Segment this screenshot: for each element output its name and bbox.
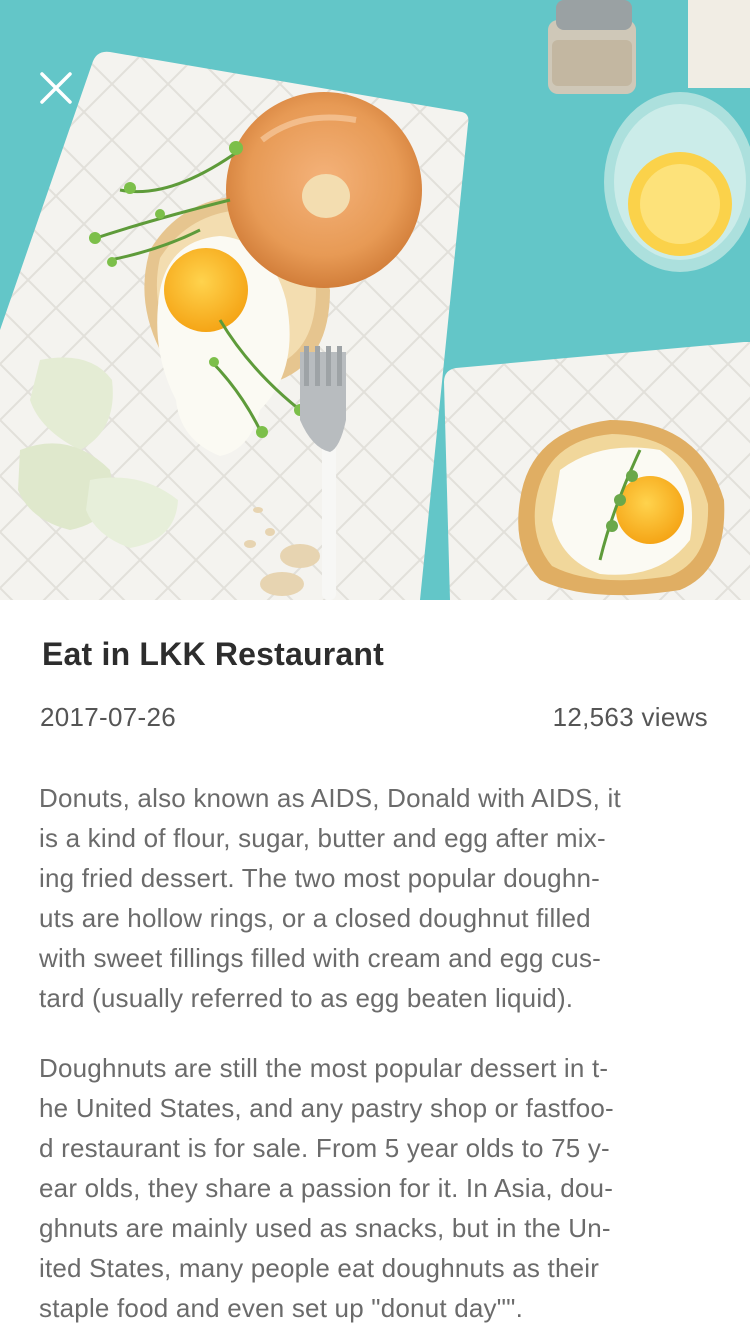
- view-count: 12,563 views: [552, 702, 708, 732]
- article-paragraph-1: Donuts, also known as AIDS, Donald with …: [39, 778, 711, 1018]
- lemon-glass: [604, 92, 750, 272]
- paragraph-line: Doughnuts are still the most popular des…: [39, 1053, 609, 1083]
- paragraph-line: ghnuts are mainly used as snacks, but in…: [39, 1213, 611, 1243]
- close-icon: [40, 72, 72, 104]
- paragraph-line: with sweet fillings filled with cream an…: [39, 943, 602, 973]
- donut: [226, 92, 422, 288]
- close-button[interactable]: [32, 64, 80, 112]
- paragraph-line: Donuts, also known as AIDS, Donald with …: [39, 783, 621, 813]
- paragraph-line: ear olds, they share a passion for it. I…: [39, 1173, 614, 1203]
- paragraph-line: he United States, and any pastry shop or…: [39, 1093, 614, 1123]
- article-paragraph-2: Doughnuts are still the most popular des…: [39, 1048, 711, 1328]
- salt-shaker: [548, 0, 636, 94]
- paragraph-line: ing fried dessert. The two most popular …: [39, 863, 601, 893]
- paragraph-line: staple food and even set up "donut day""…: [39, 1293, 524, 1323]
- article-content: Eat in LKK Restaurant 2017-07-26 12,563 …: [0, 600, 750, 1334]
- hero-photo-illustration: [0, 0, 750, 600]
- paragraph-line: tard (usually referred to as egg beaten …: [39, 983, 574, 1013]
- article-title: Eat in LKK Restaurant: [42, 636, 385, 672]
- publish-date: 2017-07-26: [40, 702, 176, 732]
- paragraph-line: ited States, many people eat doughnuts a…: [39, 1253, 600, 1283]
- paragraph-line: is a kind of flour, sugar, butter and eg…: [39, 823, 606, 853]
- paragraph-line: uts are hollow rings, or a closed doughn…: [39, 903, 591, 933]
- paragraph-line: d restaurant is for sale. From 5 year ol…: [39, 1133, 610, 1163]
- hero-image: [0, 0, 750, 600]
